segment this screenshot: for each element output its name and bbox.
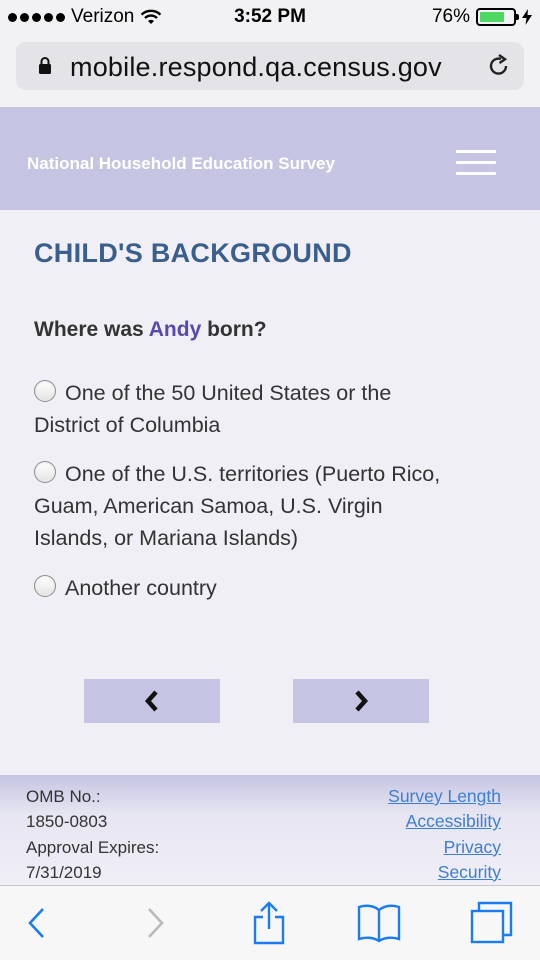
reload-icon[interactable]: [486, 53, 512, 79]
next-button[interactable]: [293, 679, 429, 723]
back-button[interactable]: [14, 900, 60, 946]
section-title: CHILD'S BACKGROUND: [34, 238, 352, 268]
question-suffix: born?: [201, 318, 267, 341]
option-label: Another country: [65, 576, 217, 600]
option-label: One of the 50 United States or the Distr…: [34, 381, 392, 437]
radio-button[interactable]: [34, 575, 56, 597]
option-us-states[interactable]: One of the 50 United States or the Distr…: [34, 377, 454, 441]
address-bar[interactable]: mobile.respond.qa.census.gov: [16, 42, 524, 90]
bookmarks-icon: [357, 904, 401, 943]
omb-label: OMB No.:: [26, 787, 101, 806]
chevron-left-icon: [144, 690, 158, 712]
footer-links: Survey Length Accessibility Privacy Secu…: [388, 784, 501, 885]
bookmarks-button[interactable]: [356, 900, 402, 946]
battery-percent: 76%: [431, 6, 470, 27]
charging-bolt-icon: [522, 9, 532, 25]
omb-number: 1850-0803: [26, 812, 108, 832]
privacy-link[interactable]: Privacy: [388, 835, 501, 860]
share-icon: [253, 901, 285, 945]
radio-button[interactable]: [34, 461, 56, 483]
option-us-territories[interactable]: One of the U.S. territories (Puerto Rico…: [34, 458, 454, 554]
main-content: CHILD'S BACKGROUND Where was Andy born? …: [0, 210, 540, 775]
approval-date: 7/31/2019: [26, 862, 102, 882]
omb-info: OMB No.: 1850-0803 Approval Expires: 7/3…: [26, 784, 159, 885]
security-link[interactable]: Security: [388, 860, 501, 885]
status-right: 76%: [432, 6, 532, 28]
chevron-right-icon: [355, 690, 369, 712]
tabs-icon: [470, 901, 513, 944]
header-title: National Household Education Survey: [27, 154, 335, 173]
previous-button[interactable]: [84, 679, 220, 723]
radio-button[interactable]: [34, 380, 56, 402]
back-icon: [28, 908, 44, 938]
survey-length-link[interactable]: Survey Length: [388, 784, 501, 809]
browser-toolbar: [0, 885, 540, 960]
question-prefix: Where was: [34, 318, 149, 341]
option-label: One of the U.S. territories (Puerto Rico…: [34, 462, 441, 550]
forward-icon: [148, 908, 164, 938]
site-footer: OMB No.: 1850-0803 Approval Expires: 7/3…: [0, 775, 540, 885]
share-button[interactable]: [246, 900, 292, 946]
status-bar: Verizon 3:52 PM 76%: [0, 0, 540, 36]
tabs-button[interactable]: [468, 900, 514, 946]
battery-icon: [476, 8, 519, 26]
url-text[interactable]: mobile.respond.qa.census.gov: [70, 52, 442, 83]
hamburger-menu-icon[interactable]: [456, 150, 496, 180]
browser-chrome: mobile.respond.qa.census.gov: [0, 36, 540, 108]
option-another-country[interactable]: Another country: [34, 572, 454, 604]
lock-icon: [39, 57, 51, 74]
child-name: Andy: [148, 318, 202, 341]
accessibility-link[interactable]: Accessibility: [388, 809, 501, 834]
approval-label: Approval Expires:: [26, 837, 160, 857]
forward-button[interactable]: [132, 900, 178, 946]
question-text: Where was Andy born?: [34, 318, 267, 342]
